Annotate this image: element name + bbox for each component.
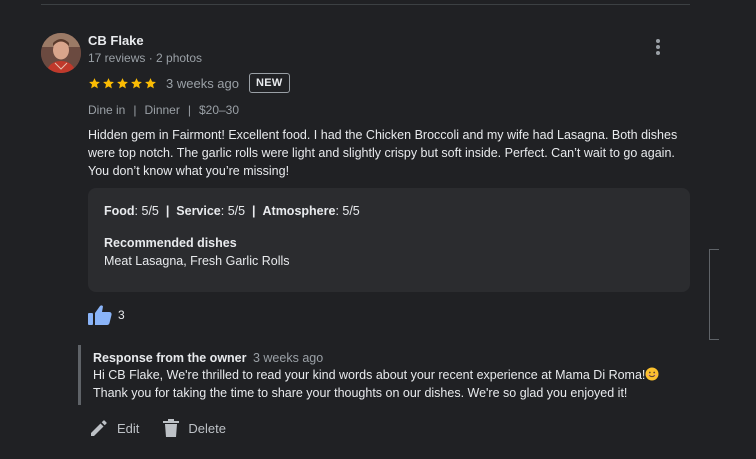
star-rating [88,77,157,90]
star-icon [131,77,142,88]
review-details-card: Food: 5/5 | Service: 5/5 | Atmosphere: 5… [88,188,690,292]
food-value: : 5/5 [134,204,159,218]
more-vert-icon [656,39,660,55]
visit-meal: Dinner [144,103,180,117]
delete-button[interactable]: Delete [163,419,226,437]
review-text: Hidden gem in Fairmont! Excellent food. … [88,128,678,178]
recommended-dishes-title: Recommended dishes [104,236,237,250]
new-badge: NEW [249,73,290,93]
visit-info: Dine in | Dinner | $20–30 [88,103,239,117]
reviewer-name[interactable]: CB Flake [88,33,144,48]
trash-icon [163,419,180,437]
more-options-button[interactable] [648,36,668,58]
atmosphere-label: Atmosphere [262,204,336,218]
like-count: 3 [118,308,125,322]
service-value: : 5/5 [220,204,246,218]
review-page: CB Flake 17 reviews · 2 photos 3 weeks a… [0,0,756,459]
thumb-up-icon [88,305,112,325]
side-panel-edge [709,249,719,340]
owner-response-date: 3 weeks ago [252,351,324,365]
owner-response-header: Response from the owner 3 weeks ago [93,351,698,365]
atmosphere-value: : 5/5 [335,204,360,218]
rating-row: 3 weeks ago NEW [88,73,290,93]
top-divider [41,4,690,5]
service-label: Service [176,204,221,218]
ratings-separator: | [165,204,170,218]
visit-separator: | [187,103,191,117]
owner-response: Response from the owner 3 weeks ago Hi C… [78,345,698,405]
star-icon [89,77,100,88]
delete-label: Delete [188,420,226,436]
avatar-photo [41,33,81,73]
recommended-dishes-list: Meat Lasagna, Fresh Garlic Rolls [104,254,290,268]
reviewer-meta: 17 reviews · 2 photos [88,51,203,65]
owner-response-line-1: Hi CB Flake, We're thrilled to read your… [93,368,646,382]
star-icon [103,77,114,88]
visit-separator: | [133,103,137,117]
reviewer-avatar[interactable] [41,33,81,73]
edit-button[interactable]: Edit [90,419,139,437]
food-label: Food [104,204,135,218]
visit-price: $20–30 [198,103,240,117]
pencil-icon [91,420,107,436]
visit-type: Dine in [88,103,126,117]
edit-label: Edit [117,420,140,436]
owner-response-text: Hi CB Flake, We're thrilled to read your… [93,366,698,402]
like-button[interactable]: 3 [88,303,125,327]
ratings-separator: | [252,204,256,218]
smiling-face-icon [645,367,659,381]
review-date: 3 weeks ago [166,75,239,91]
star-icon [145,77,156,88]
owner-response-title: Response from the owner [93,351,247,365]
category-ratings: Food: 5/5 | Service: 5/5 | Atmosphere: 5… [104,204,674,218]
star-icon [117,77,128,88]
response-actions: Edit Delete [90,416,226,440]
owner-response-line-2: Thank you for taking the time to share y… [93,386,628,400]
